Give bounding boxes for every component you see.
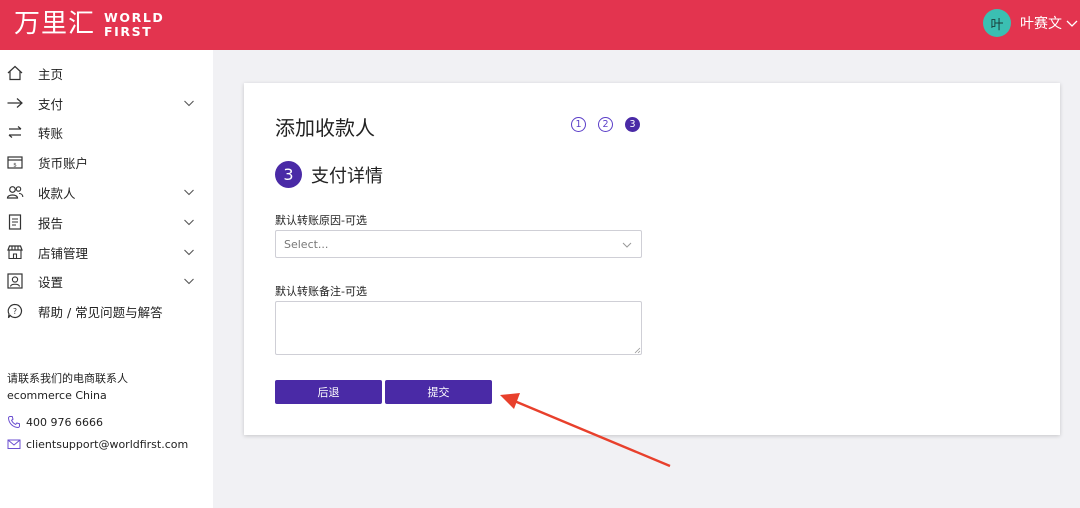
sidebar-item-label: 收款人	[38, 185, 76, 201]
sidebar-item-home[interactable]: 主页	[0, 58, 213, 88]
transfer-note-textarea[interactable]	[275, 301, 642, 355]
store-icon	[6, 243, 24, 261]
chevron-down-icon	[184, 278, 194, 285]
brand-english-line2: FIRST	[104, 23, 153, 39]
wallet-icon: $	[6, 153, 24, 171]
section-header: 3 支付详情	[275, 161, 383, 188]
sidebar-item-label: 主页	[38, 66, 64, 82]
step-1[interactable]: 1	[571, 117, 586, 132]
sidebar-item-store-management[interactable]: 店铺管理	[0, 237, 213, 267]
sidebar: 主页 支付 转账 $ 货币账户 收款人 报告 店铺管理 设置 ? 帮助 / 常见…	[0, 50, 213, 508]
transfer-note-label: 默认转账备注-可选	[275, 285, 367, 298]
transfer-reason-placeholder: Select...	[284, 238, 329, 251]
avatar: 叶	[983, 9, 1011, 37]
chevron-down-icon	[184, 219, 194, 226]
brand-chinese-name: 万里汇	[14, 9, 96, 39]
chevron-down-icon	[622, 242, 632, 248]
resize-grip-icon[interactable]	[633, 346, 641, 354]
home-icon	[6, 64, 24, 82]
contact-email[interactable]: clientsupport@worldfirst.com	[7, 437, 188, 451]
user-name: 叶赛文	[1020, 16, 1062, 32]
contact-subtitle: ecommerce China	[7, 389, 107, 402]
step-indicator: 1 2 3	[571, 117, 640, 132]
svg-text:?: ?	[13, 307, 17, 316]
sidebar-item-reports[interactable]: 报告	[0, 207, 213, 237]
step-2[interactable]: 2	[598, 117, 613, 132]
submit-button[interactable]: 提交	[385, 380, 492, 404]
sidebar-item-label: 支付	[38, 96, 64, 112]
contact-phone-number: 400 976 6666	[26, 415, 103, 429]
transfer-reason-label: 默认转账原因-可选	[275, 214, 367, 227]
sidebar-item-currency-accounts[interactable]: $ 货币账户	[0, 147, 213, 177]
sidebar-item-label: 帮助 / 常见问题与解答	[38, 304, 163, 320]
sidebar-item-label: 货币账户	[38, 155, 89, 171]
transfer-reason-select[interactable]: Select...	[275, 230, 642, 258]
transfer-icon	[6, 123, 24, 141]
svg-text:$: $	[13, 162, 17, 168]
phone-icon	[7, 416, 20, 429]
sidebar-item-payees[interactable]: 收款人	[0, 177, 213, 207]
page-title: 添加收款人	[275, 116, 375, 140]
report-icon	[6, 213, 24, 231]
help-icon: ?	[6, 302, 24, 320]
arrow-right-icon	[6, 94, 24, 112]
chevron-down-icon	[184, 100, 194, 107]
top-bar: 万里汇 WORLD FIRST 叶 叶赛文	[0, 0, 1080, 50]
mail-icon	[7, 439, 21, 449]
contact-email-address: clientsupport@worldfirst.com	[26, 437, 189, 451]
chevron-down-icon	[184, 189, 194, 196]
user-menu[interactable]: 叶 叶赛文	[983, 9, 1080, 37]
sidebar-item-help[interactable]: ? 帮助 / 常见问题与解答	[0, 296, 213, 326]
worldfirst-logo[interactable]: 万里汇 WORLD FIRST	[14, 7, 164, 41]
section-title: 支付详情	[311, 165, 383, 187]
users-icon	[6, 183, 24, 201]
sidebar-item-transfer[interactable]: 转账	[0, 117, 213, 147]
sidebar-item-label: 店铺管理	[38, 245, 89, 261]
sidebar-item-label: 设置	[38, 274, 64, 290]
settings-icon	[6, 272, 24, 290]
sidebar-item-settings[interactable]: 设置	[0, 266, 213, 296]
back-button[interactable]: 后退	[275, 380, 382, 404]
sidebar-item-label: 转账	[38, 125, 64, 141]
brand-english-line1: WORLD	[104, 9, 165, 25]
step-3[interactable]: 3	[625, 117, 640, 132]
contact-phone[interactable]: 400 976 6666	[7, 415, 103, 429]
sidebar-item-payments[interactable]: 支付	[0, 88, 213, 118]
chevron-down-icon	[1066, 20, 1078, 27]
brand-english-name: WORLD FIRST	[104, 9, 165, 39]
chevron-down-icon	[184, 249, 194, 256]
sidebar-item-label: 报告	[38, 215, 64, 231]
section-number: 3	[275, 161, 302, 188]
contact-title: 请联系我们的电商联系人	[7, 372, 128, 385]
add-payee-card: 添加收款人 1 2 3 3 支付详情 默认转账原因-可选 Select... 默…	[244, 83, 1060, 435]
